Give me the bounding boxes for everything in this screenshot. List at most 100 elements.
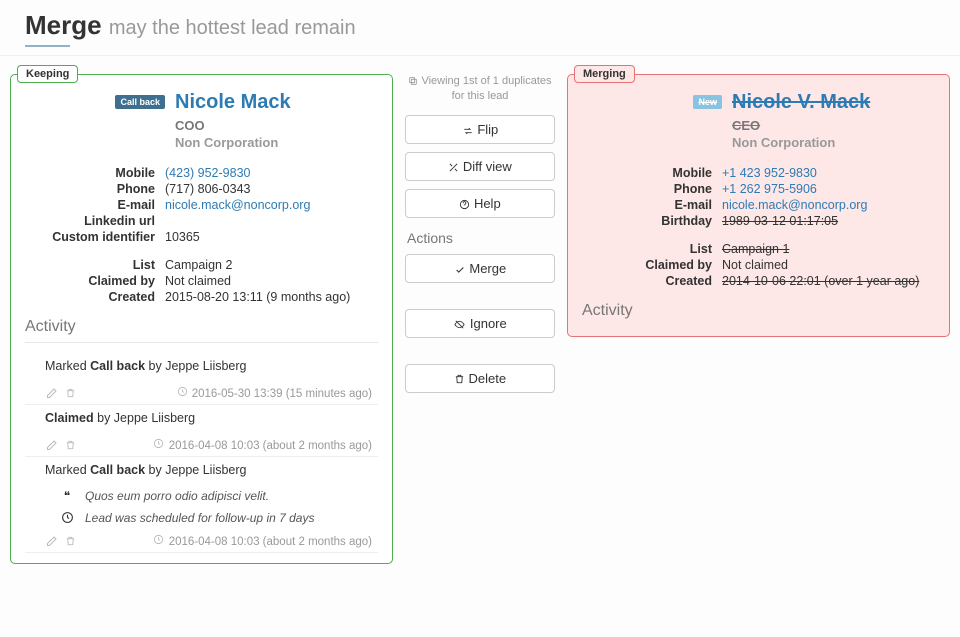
label-claimed: Claimed by — [25, 274, 165, 288]
activity-timestamp: 2016-05-30 13:39 (15 minutes ago) — [192, 388, 372, 400]
activity-text-post: by Jeppe Liisberg — [145, 359, 246, 373]
label-birthday: Birthday — [582, 214, 722, 228]
activity-sub-clock: Lead was scheduled for follow-up in 7 da… — [25, 505, 378, 527]
value-phone[interactable]: +1 262 975-5906 — [722, 182, 935, 196]
label-created: Created — [25, 290, 165, 304]
value-email[interactable]: nicole.mack@noncorp.org — [165, 198, 378, 212]
flip-label: Flip — [477, 122, 498, 137]
quote-icon: ❝ — [59, 489, 75, 503]
copy-icon — [408, 75, 418, 87]
activity-text-post: by Jeppe Liisberg — [145, 463, 246, 477]
label-custom: Custom identifier — [25, 230, 165, 244]
actions-label: Actions — [407, 230, 555, 246]
help-label: Help — [474, 196, 501, 211]
ignore-button[interactable]: Ignore — [405, 309, 555, 338]
lead-company: Non Corporation — [175, 135, 378, 150]
help-button[interactable]: Help — [405, 189, 555, 218]
keeping-panel: Keeping Call back Nicole Mack COO Non Co… — [10, 74, 393, 564]
edit-icon[interactable] — [45, 438, 58, 451]
value-claimed: Not claimed — [722, 258, 935, 272]
label-phone: Phone — [25, 182, 165, 196]
activity-item: Marked Call back by Jeppe Liisberg — [25, 353, 378, 379]
lead-name[interactable]: Nicole Mack — [175, 91, 378, 114]
activity-sub-quote: ❝ Quos eum porro odio adipisci velit. — [25, 483, 378, 505]
value-mobile[interactable]: (423) 952-9830 — [165, 166, 378, 180]
keeping-fields: Mobile (423) 952-9830 Phone (717) 806-03… — [25, 166, 378, 304]
flip-button[interactable]: Flip — [405, 115, 555, 144]
activity-clock-text: Lead was scheduled for follow-up in 7 da… — [85, 511, 314, 525]
activity-text-strong: Call back — [90, 463, 145, 477]
value-mobile[interactable]: +1 423 952-9830 — [722, 166, 935, 180]
title-subtitle: may the hottest lead remain — [109, 17, 356, 39]
value-linkedin — [165, 214, 378, 228]
title-main: Merge — [25, 10, 102, 40]
diff-view-button[interactable]: Diff view — [405, 152, 555, 181]
label-created: Created — [582, 274, 722, 288]
value-phone: (717) 806-0343 — [165, 182, 378, 196]
label-email: E-mail — [582, 198, 722, 212]
clock-icon — [59, 511, 75, 525]
page-header: Merge may the hottest lead remain — [0, 0, 960, 56]
ignore-label: Ignore — [470, 316, 507, 331]
merging-tag: Merging — [574, 65, 635, 83]
label-mobile: Mobile — [582, 166, 722, 180]
activity-list: Marked Call back by Jeppe Liisberg 2016-… — [25, 353, 378, 553]
label-linkedin: Linkedin url — [25, 214, 165, 228]
value-claimed: Not claimed — [165, 274, 378, 288]
edit-icon[interactable] — [45, 534, 58, 547]
value-birthday: 1989-03-12 01:17:05 — [722, 214, 935, 228]
value-created: 2014-10-06 22:01 (over 1 year ago) — [722, 274, 935, 288]
activity-header: Activity — [582, 302, 935, 326]
lead-name[interactable]: Nicole V. Mack — [732, 91, 935, 114]
trash-icon[interactable] — [64, 386, 77, 399]
value-custom: 10365 — [165, 230, 378, 244]
activity-timestamp: 2016-04-08 10:03 (about 2 months ago) — [169, 536, 372, 548]
delete-button[interactable]: Delete — [405, 364, 555, 393]
status-badge: New — [693, 95, 722, 109]
lead-title: COO — [175, 118, 378, 133]
clock-icon — [152, 533, 165, 546]
label-phone: Phone — [582, 182, 722, 196]
activity-item: Claimed by Jeppe Liisberg — [25, 405, 378, 431]
delete-label: Delete — [469, 371, 507, 386]
keeping-tag: Keeping — [17, 65, 78, 83]
viewing-line1: Viewing 1st of 1 duplicates — [421, 75, 551, 87]
middle-column: Viewing 1st of 1 duplicates for this lea… — [405, 74, 555, 401]
label-mobile: Mobile — [25, 166, 165, 180]
lead-company: Non Corporation — [732, 135, 935, 150]
value-list: Campaign 1 — [722, 242, 935, 256]
activity-text-pre: Marked — [45, 463, 90, 477]
activity-meta: 2016-05-30 13:39 (15 minutes ago) — [25, 381, 378, 405]
merging-fields: Mobile +1 423 952-9830 Phone +1 262 975-… — [582, 166, 935, 288]
value-list: Campaign 2 — [165, 258, 378, 272]
value-email[interactable]: nicole.mack@noncorp.org — [722, 198, 935, 212]
activity-text-pre: Marked — [45, 359, 90, 373]
merge-label: Merge — [469, 261, 506, 276]
edit-icon[interactable] — [45, 386, 58, 399]
activity-meta: 2016-04-08 10:03 (about 2 months ago) — [25, 529, 378, 553]
diff-label: Diff view — [463, 159, 512, 174]
value-created: 2015-08-20 13:11 (9 months ago) — [165, 290, 378, 304]
lead-title: CEO — [732, 118, 935, 133]
viewing-note: Viewing 1st of 1 duplicates for this lea… — [405, 74, 555, 105]
activity-text-strong: Claimed — [45, 411, 94, 425]
trash-icon[interactable] — [64, 438, 77, 451]
header-underline — [25, 45, 70, 47]
clock-icon — [176, 385, 189, 398]
activity-meta: 2016-04-08 10:03 (about 2 months ago) — [25, 433, 378, 457]
label-claimed: Claimed by — [582, 258, 722, 272]
activity-header: Activity — [25, 318, 378, 343]
activity-quote-text: Quos eum porro odio adipisci velit. — [85, 489, 269, 503]
activity-timestamp: 2016-04-08 10:03 (about 2 months ago) — [169, 440, 372, 452]
trash-icon[interactable] — [64, 534, 77, 547]
activity-text-post: by Jeppe Liisberg — [94, 411, 195, 425]
activity-text-strong: Call back — [90, 359, 145, 373]
label-email: E-mail — [25, 198, 165, 212]
activity-item: Marked Call back by Jeppe Liisberg — [25, 457, 378, 483]
merge-button[interactable]: Merge — [405, 254, 555, 283]
status-badge: Call back — [115, 95, 165, 109]
clock-icon — [152, 437, 165, 450]
label-list: List — [25, 258, 165, 272]
page-title: Merge may the hottest lead remain — [25, 10, 935, 41]
label-list: List — [582, 242, 722, 256]
